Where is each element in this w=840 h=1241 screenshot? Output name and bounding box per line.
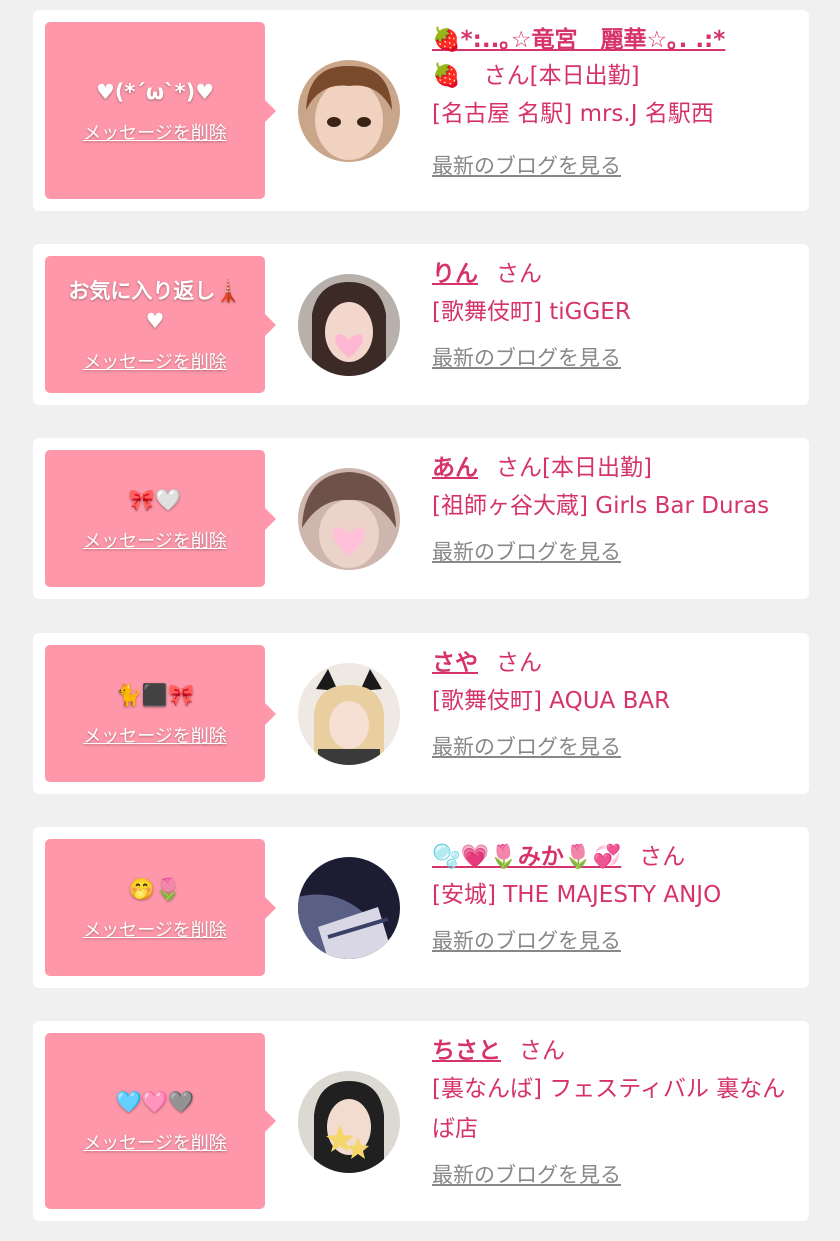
delete-message-link[interactable]: メッセージを削除 (83, 1129, 227, 1155)
avatar[interactable] (298, 60, 400, 162)
girl-info: 🍓*:..｡☆竜宮 麗華☆｡. .:* 🍓 さん[本日出勤] [名古屋 名駅] … (432, 22, 789, 180)
favorite-card: ♥(*´ω`*)♥ メッセージを削除 🍓*:..｡☆竜宮 麗華☆｡. .:* 🍓… (33, 10, 809, 211)
girl-info: ちさと さん [裏なんば] フェスティバル 裏なんば店 最新のブログを見る (432, 1033, 789, 1189)
latest-blog-link[interactable]: 最新のブログを見る (432, 1159, 621, 1189)
favorite-card: 🩵🩷🩶 メッセージを削除 ちさと さん [裏なんば] フェスティバル 裏なんば店 … (33, 1021, 809, 1221)
avatar[interactable] (298, 857, 400, 959)
favorite-message: 🤭🌷 (128, 876, 182, 901)
latest-blog-link[interactable]: 最新のブログを見る (432, 150, 621, 180)
girl-info: りん さん [歌舞伎町] tiGGER 最新のブログを見る (432, 256, 789, 372)
avatar[interactable] (298, 468, 400, 570)
favorite-message: 🎀🤍 (128, 487, 182, 512)
latest-blog-link[interactable]: 最新のブログを見る (432, 342, 621, 372)
avatar-photo-icon (298, 1071, 400, 1173)
girl-info: さや さん [歌舞伎町] AQUA BAR 最新のブログを見る (432, 645, 789, 761)
latest-blog-link[interactable]: 最新のブログを見る (432, 536, 621, 566)
honorific-status: 🍓 さん[本日出勤] (432, 63, 640, 89)
delete-message-link[interactable]: メッセージを削除 (83, 119, 227, 145)
shop-name: [安城] THE MAJESTY ANJO (432, 882, 722, 908)
favorite-list: ♥(*´ω`*)♥ メッセージを削除 🍓*:..｡☆竜宮 麗華☆｡. .:* 🍓… (0, 0, 840, 1241)
message-bubble: 🎀🤍 メッセージを削除 (45, 450, 276, 587)
avatar[interactable] (298, 663, 400, 765)
favorite-card: 🎀🤍 メッセージを削除 あん さん[本日出勤] [祖師ヶ谷大蔵] Girls Ba… (33, 438, 809, 599)
girl-name-link[interactable]: あん (432, 455, 478, 481)
avatar-photo-icon (298, 274, 400, 376)
favorite-message: 🐈⬛🎀 (115, 682, 195, 707)
honorific-status: さん (496, 650, 542, 676)
message-bubble: お気に入り返し🗼♥ メッセージを削除 (45, 256, 276, 393)
avatar-photo-icon (298, 857, 400, 959)
message-bubble: 🐈⬛🎀 メッセージを削除 (45, 645, 276, 782)
shop-name: [歌舞伎町] tiGGER (432, 299, 631, 325)
favorite-card: お気に入り返し🗼♥ メッセージを削除 りん さん [歌舞伎町] tiGGER 最新… (33, 244, 809, 405)
shop-name: [裏なんば] フェスティバル 裏なんば店 (432, 1076, 786, 1142)
honorific-status: さん (639, 844, 686, 870)
avatar-photo-icon (298, 60, 400, 162)
favorite-message: ♥(*´ω`*)♥ (95, 79, 215, 104)
delete-message-link[interactable]: メッセージを削除 (83, 916, 227, 942)
girl-name-link[interactable]: 🫧💗🌷みか🌷💞 (432, 844, 621, 870)
girl-name-link[interactable]: さや (432, 650, 478, 676)
latest-blog-link[interactable]: 最新のブログを見る (432, 731, 621, 761)
message-bubble: 🤭🌷 メッセージを削除 (45, 839, 276, 976)
honorific-status: さん (496, 261, 542, 287)
avatar-photo-icon (298, 468, 400, 570)
shop-name: [歌舞伎町] AQUA BAR (432, 688, 671, 714)
favorite-card: 🐈⬛🎀 メッセージを削除 さや さん [歌舞伎町] AQUA BAR 最新のブログ… (33, 633, 809, 794)
delete-message-link[interactable]: メッセージを削除 (83, 348, 227, 374)
avatar[interactable] (298, 274, 400, 376)
girl-info: あん さん[本日出勤] [祖師ヶ谷大蔵] Girls Bar Duras 最新のブ… (432, 450, 789, 566)
latest-blog-link[interactable]: 最新のブログを見る (432, 925, 621, 955)
delete-message-link[interactable]: メッセージを削除 (83, 722, 227, 748)
message-bubble: ♥(*´ω`*)♥ メッセージを削除 (45, 22, 276, 199)
favorite-message: お気に入り返し🗼♥ (68, 278, 242, 333)
favorite-message: 🩵🩷🩶 (115, 1090, 195, 1114)
avatar-photo-icon (298, 663, 400, 765)
favorite-card: 🤭🌷 メッセージを削除 🫧💗🌷みか🌷💞 さん [安城] THE MAJESTY A… (33, 827, 809, 988)
girl-info: 🫧💗🌷みか🌷💞 さん [安城] THE MAJESTY ANJO 最新のブログを見… (432, 839, 789, 955)
shop-name: [祖師ヶ谷大蔵] Girls Bar Duras (432, 493, 770, 519)
shop-name: [名古屋 名駅] mrs.J 名駅西 (432, 101, 714, 127)
avatar[interactable] (298, 1071, 400, 1173)
honorific-status: さん[本日出勤] (496, 455, 652, 481)
girl-name-link[interactable]: 🍓*:..｡☆竜宮 麗華☆｡. .:* (432, 27, 725, 53)
delete-message-link[interactable]: メッセージを削除 (83, 527, 227, 553)
girl-name-link[interactable]: ちさと (432, 1038, 501, 1064)
message-bubble: 🩵🩷🩶 メッセージを削除 (45, 1033, 276, 1209)
girl-name-link[interactable]: りん (432, 261, 478, 287)
honorific-status: さん (519, 1038, 565, 1064)
